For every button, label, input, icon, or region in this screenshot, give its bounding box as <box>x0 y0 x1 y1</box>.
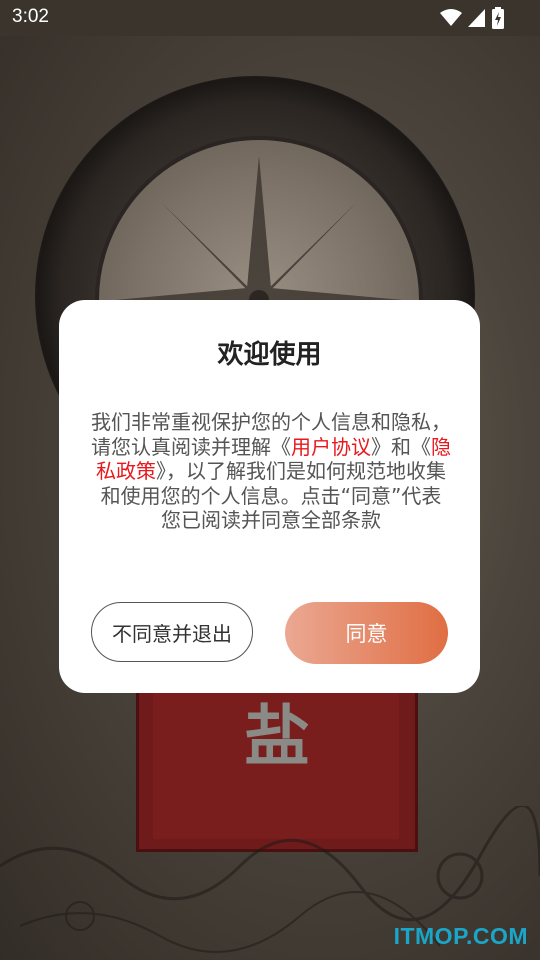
status-bar: 3:02 <box>0 0 540 36</box>
agree-button[interactable]: 同意 <box>285 602 448 664</box>
dialog-body-text: 我们非常重视保护您的个人信息和隐私，请您认真阅读并理解《用户协议》和《隐私政策》… <box>91 410 451 533</box>
dialog-title: 欢迎使用 <box>217 340 322 370</box>
user-agreement-link[interactable]: 用户协议 <box>291 435 371 459</box>
status-time: 3:02 <box>12 6 49 27</box>
disagree-exit-button[interactable]: 不同意并退出 <box>91 602 253 662</box>
watermark-text: ITMOP.COM <box>393 923 528 949</box>
privacy-consent-dialog: 欢迎使用 我们非常重视保护您的个人信息和隐私，请您认真阅读并理解《用户协议》和《… <box>59 300 480 693</box>
seal-character: 盐 <box>244 697 310 775</box>
battery-charging-icon <box>492 7 504 29</box>
status-icons <box>440 7 504 29</box>
body-text-part2: 》和《 <box>371 434 431 459</box>
cellular-signal-icon <box>468 9 485 27</box>
wifi-icon <box>440 9 462 26</box>
